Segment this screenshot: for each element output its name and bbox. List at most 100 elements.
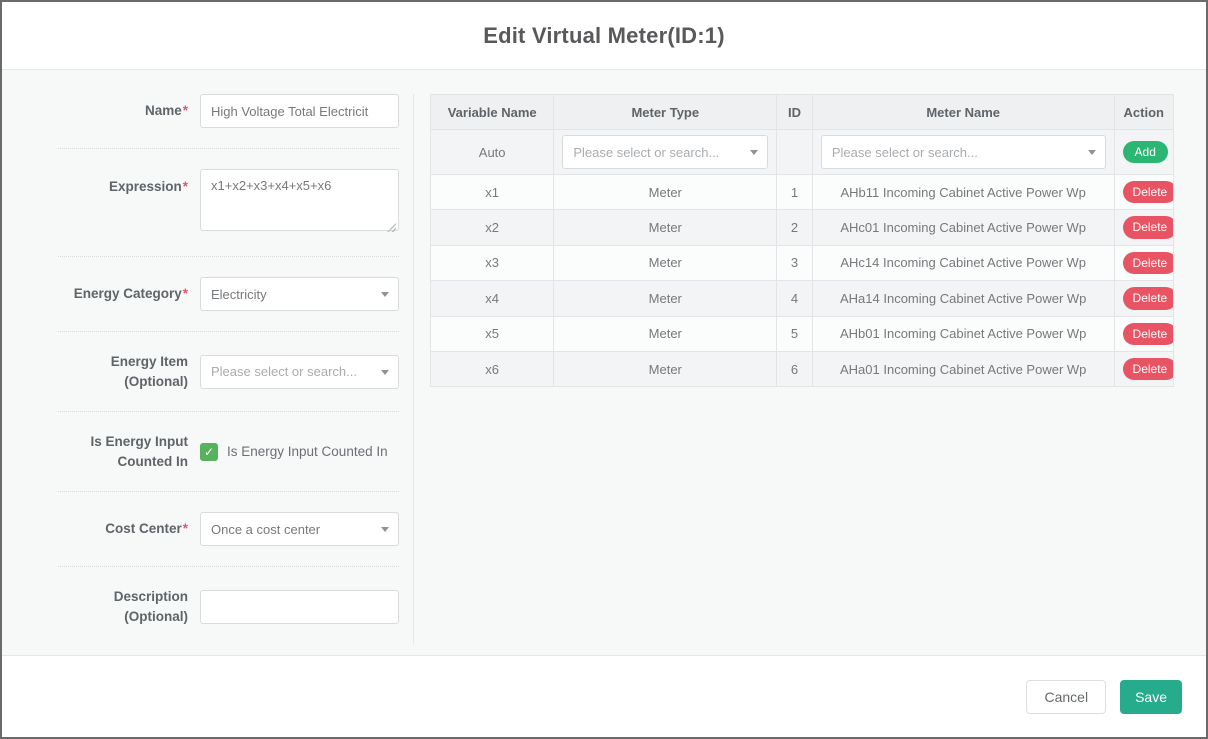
energy-item-select[interactable]: Please select or search... <box>200 355 399 389</box>
meter-name-cell: AHc01 Incoming Cabinet Active Power Wp <box>812 210 1114 245</box>
required-asterisk: * <box>183 521 188 536</box>
col-header-meter-type: Meter Type <box>554 95 777 130</box>
cost-center-value: Once a cost center <box>211 522 320 537</box>
add-button[interactable]: Add <box>1123 141 1168 163</box>
id-cell: 6 <box>777 351 813 386</box>
variables-panel: Variable Name Meter Type ID Meter Name A… <box>414 94 1174 645</box>
id-cell: 3 <box>777 245 813 280</box>
form-group-expression: Expression* <box>18 169 399 236</box>
variable-name-cell: Auto <box>431 130 554 175</box>
action-cell: Delete <box>1114 281 1173 316</box>
meter-name-select[interactable]: Please select or search... <box>821 135 1106 169</box>
meter-type-select[interactable]: Please select or search... <box>562 135 768 169</box>
meter-type-cell: Meter <box>554 175 777 210</box>
cost-center-label: Cost Center* <box>18 519 200 539</box>
dialog-footer: Cancel Save <box>2 655 1206 737</box>
checkbox-checked-icon[interactable]: ✓ <box>200 443 218 461</box>
meter-type-cell: Meter <box>554 281 777 316</box>
meter-type-cell: Please select or search... <box>554 130 777 175</box>
col-header-action: Action <box>1114 95 1173 130</box>
delete-button[interactable]: Delete <box>1123 216 1174 238</box>
table-row: x4 Meter 4 AHa14 Incoming Cabinet Active… <box>431 281 1174 316</box>
divider <box>58 411 399 412</box>
is-energy-input-label: Is Energy Input Counted In <box>18 432 200 471</box>
is-energy-input-checkbox-label: Is Energy Input Counted In <box>227 444 388 459</box>
is-energy-input-sublabel: Counted In <box>18 452 188 472</box>
meter-type-cell: Meter <box>554 316 777 351</box>
id-cell <box>777 130 813 175</box>
meter-type-cell: Meter <box>554 210 777 245</box>
variable-name-cell: x5 <box>431 316 554 351</box>
chevron-down-icon <box>381 370 389 375</box>
meter-name-cell: AHa01 Incoming Cabinet Active Power Wp <box>812 351 1114 386</box>
form-group-cost-center: Cost Center* Once a cost center <box>18 512 399 546</box>
table-row: x2 Meter 2 AHc01 Incoming Cabinet Active… <box>431 210 1174 245</box>
required-asterisk: * <box>183 179 188 194</box>
form-group-name: Name* <box>18 94 399 128</box>
divider <box>58 256 399 257</box>
meter-name-cell: AHb01 Incoming Cabinet Active Power Wp <box>812 316 1114 351</box>
energy-category-select[interactable]: Electricity <box>200 277 399 311</box>
delete-button[interactable]: Delete <box>1123 358 1174 380</box>
energy-item-label: Energy Item (Optional) <box>18 352 200 391</box>
name-label-text: Name <box>145 103 182 118</box>
save-button[interactable]: Save <box>1120 680 1182 714</box>
expression-textarea[interactable] <box>200 169 399 231</box>
chevron-down-icon <box>381 527 389 532</box>
delete-button[interactable]: Delete <box>1123 287 1174 309</box>
meter-name-cell: Please select or search... <box>812 130 1114 175</box>
expression-label-text: Expression <box>109 179 182 194</box>
form-group-energy-category: Energy Category* Electricity <box>18 277 399 311</box>
add-variable-row: Auto Please select or search... Please s… <box>431 130 1174 175</box>
action-cell: Delete <box>1114 210 1173 245</box>
dialog-header: Edit Virtual Meter(ID:1) <box>2 2 1206 70</box>
cost-center-select[interactable]: Once a cost center <box>200 512 399 546</box>
form-group-is-energy-input: Is Energy Input Counted In ✓ Is Energy I… <box>18 432 399 471</box>
divider <box>58 148 399 149</box>
description-label-text: Description <box>18 587 188 607</box>
col-header-meter-name: Meter Name <box>812 95 1114 130</box>
form-group-description: Description (Optional) <box>18 587 399 626</box>
energy-category-value: Electricity <box>211 287 267 302</box>
variable-name-cell: x1 <box>431 175 554 210</box>
required-asterisk: * <box>183 286 188 301</box>
description-input[interactable] <box>200 590 399 624</box>
chevron-down-icon <box>750 150 758 155</box>
divider <box>58 331 399 332</box>
expression-label: Expression* <box>18 169 200 197</box>
action-cell: Delete <box>1114 351 1173 386</box>
variable-name-cell: x4 <box>431 281 554 316</box>
table-row: x6 Meter 6 AHa01 Incoming Cabinet Active… <box>431 351 1174 386</box>
name-label: Name* <box>18 101 200 121</box>
table-header-row: Variable Name Meter Type ID Meter Name A… <box>431 95 1174 130</box>
form-panel: Name* Expression* Energy Cate <box>18 94 414 645</box>
cancel-button[interactable]: Cancel <box>1026 680 1106 714</box>
required-asterisk: * <box>183 103 188 118</box>
meter-type-placeholder: Please select or search... <box>573 145 719 160</box>
name-input[interactable] <box>200 94 399 128</box>
meter-type-cell: Meter <box>554 351 777 386</box>
meter-name-cell: AHb11 Incoming Cabinet Active Power Wp <box>812 175 1114 210</box>
energy-item-placeholder: Please select or search... <box>211 364 357 379</box>
id-cell: 4 <box>777 281 813 316</box>
table-row: x5 Meter 5 AHb01 Incoming Cabinet Active… <box>431 316 1174 351</box>
variable-name-cell: x6 <box>431 351 554 386</box>
id-cell: 5 <box>777 316 813 351</box>
meter-name-cell: AHa14 Incoming Cabinet Active Power Wp <box>812 281 1114 316</box>
col-header-variable-name: Variable Name <box>431 95 554 130</box>
id-cell: 2 <box>777 210 813 245</box>
cost-center-label-text: Cost Center <box>105 521 182 536</box>
energy-category-label: Energy Category* <box>18 284 200 304</box>
table-row: x3 Meter 3 AHc14 Incoming Cabinet Active… <box>431 245 1174 280</box>
delete-button[interactable]: Delete <box>1123 252 1174 274</box>
dialog-body: Name* Expression* Energy Cate <box>2 70 1206 655</box>
description-label: Description (Optional) <box>18 587 200 626</box>
chevron-down-icon <box>381 292 389 297</box>
description-sublabel: (Optional) <box>18 607 188 627</box>
action-cell: Delete <box>1114 316 1173 351</box>
is-energy-input-label-text: Is Energy Input <box>18 432 188 452</box>
delete-button[interactable]: Delete <box>1123 323 1174 345</box>
delete-button[interactable]: Delete <box>1123 181 1174 203</box>
action-cell: Delete <box>1114 175 1173 210</box>
form-group-energy-item: Energy Item (Optional) Please select or … <box>18 352 399 391</box>
